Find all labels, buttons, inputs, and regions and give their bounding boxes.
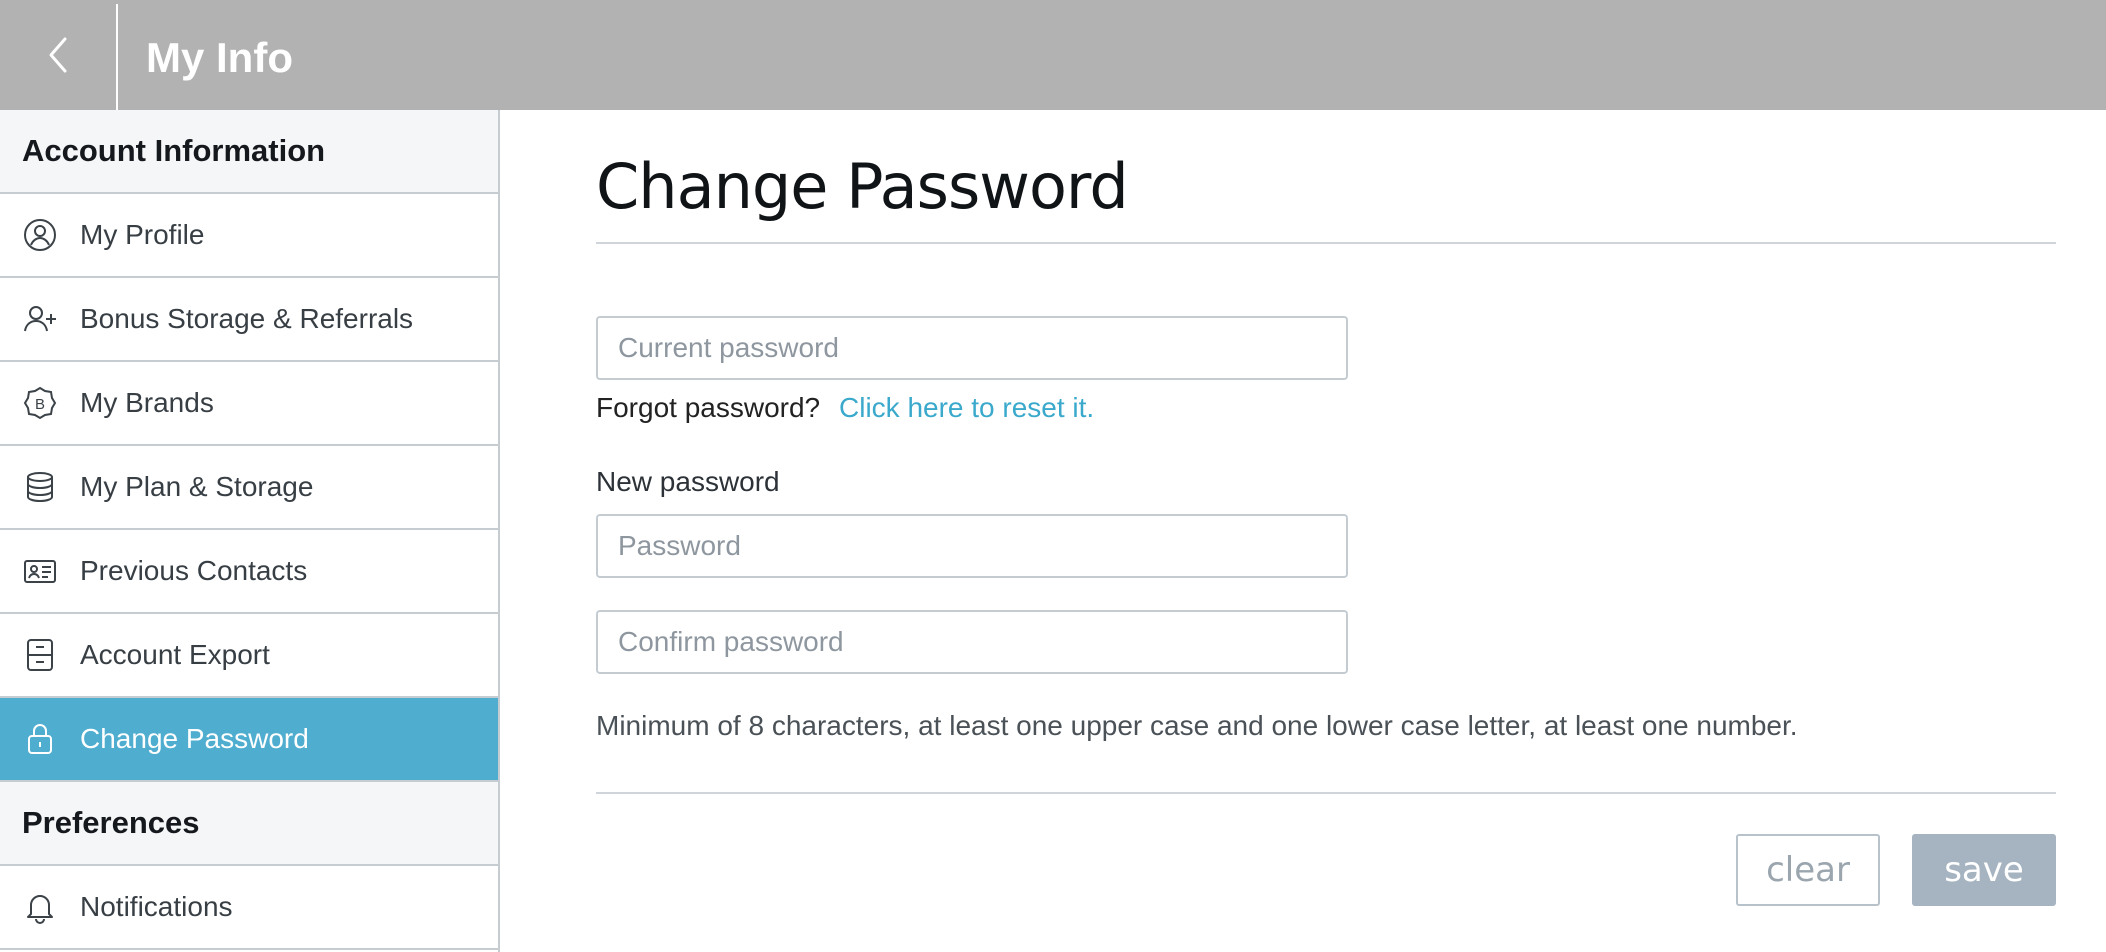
clear-button[interactable]: clear bbox=[1736, 834, 1880, 906]
sidebar-item-label: Bonus Storage & Referrals bbox=[80, 303, 414, 334]
header-divider bbox=[116, 4, 118, 110]
divider bbox=[596, 792, 2056, 794]
contact-card-icon bbox=[22, 553, 58, 589]
new-password-label: New password bbox=[596, 466, 780, 497]
sidebar-item-label: Notifications bbox=[80, 891, 233, 922]
section-header-account: Account Information bbox=[0, 110, 498, 194]
new-password-input[interactable] bbox=[596, 514, 1348, 578]
page-title: Change Password bbox=[596, 150, 1129, 223]
password-requirements-hint: Minimum of 8 characters, at least one up… bbox=[596, 710, 1798, 741]
top-bar: My Info bbox=[0, 0, 2106, 110]
sidebar-item-my-brands[interactable]: B My Brands bbox=[0, 362, 498, 446]
svg-text:B: B bbox=[35, 396, 45, 413]
sidebar-item-change-password[interactable]: Change Password bbox=[0, 698, 498, 782]
brand-badge-icon: B bbox=[22, 385, 58, 421]
sidebar-item-account-export[interactable]: Account Export bbox=[0, 614, 498, 698]
sidebar: Account Information My Profile Bonus Sto… bbox=[0, 110, 500, 952]
sidebar-item-label: Previous Contacts bbox=[80, 555, 308, 586]
lock-icon bbox=[22, 721, 58, 757]
page-header-title: My Info bbox=[146, 34, 293, 81]
user-plus-icon bbox=[22, 301, 58, 337]
sidebar-item-bonus-storage[interactable]: Bonus Storage & Referrals bbox=[0, 278, 498, 362]
bell-icon bbox=[22, 889, 58, 925]
reset-password-link[interactable]: Click here to reset it. bbox=[839, 392, 1094, 424]
divider bbox=[596, 242, 2056, 244]
sidebar-item-my-profile[interactable]: My Profile bbox=[0, 194, 498, 278]
back-button[interactable] bbox=[0, 0, 116, 110]
section-header-preferences: Preferences bbox=[0, 782, 498, 866]
sidebar-item-notifications[interactable]: Notifications bbox=[0, 866, 498, 950]
confirm-password-input[interactable] bbox=[596, 610, 1348, 674]
user-circle-icon bbox=[22, 217, 58, 253]
chevron-left-icon bbox=[49, 37, 67, 73]
sidebar-item-label: My Profile bbox=[80, 219, 205, 250]
sidebar-item-my-plan[interactable]: My Plan & Storage bbox=[0, 446, 498, 530]
sidebar-item-previous-contacts[interactable]: Previous Contacts bbox=[0, 530, 498, 614]
current-password-input[interactable] bbox=[596, 316, 1348, 380]
sidebar-item-label: My Brands bbox=[80, 387, 214, 418]
forgot-password-text: Forgot password? bbox=[596, 392, 821, 423]
archive-icon bbox=[22, 637, 58, 673]
sidebar-item-label: Change Password bbox=[80, 723, 309, 754]
database-icon bbox=[22, 469, 58, 505]
sidebar-item-label: Account Export bbox=[80, 639, 270, 670]
save-button[interactable]: save bbox=[1912, 834, 2056, 906]
sidebar-item-label: My Plan & Storage bbox=[80, 471, 314, 502]
